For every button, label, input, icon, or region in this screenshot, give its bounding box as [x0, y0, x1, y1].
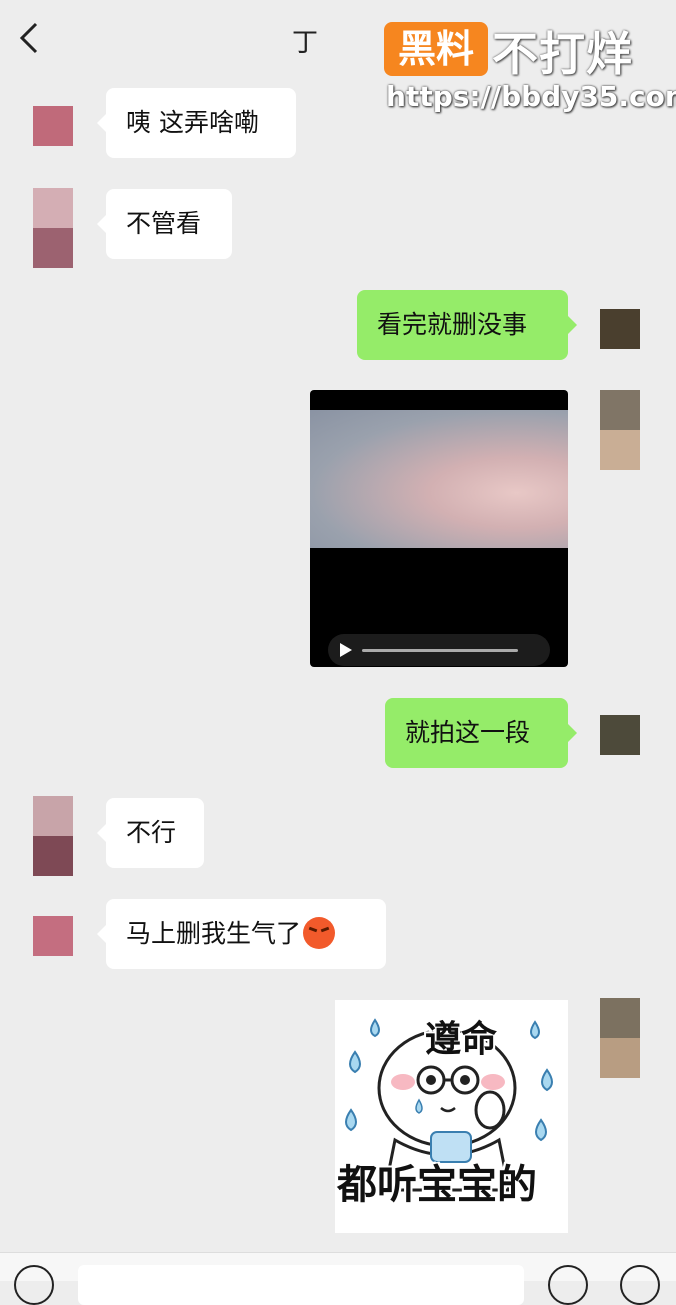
message-text: 就拍这一段	[405, 718, 531, 747]
message-text: 不管看	[126, 209, 202, 238]
avatar[interactable]	[600, 309, 640, 349]
voice-icon[interactable]	[14, 1265, 54, 1305]
message-bubble-incoming[interactable]: 咦 这弄啥嘞	[97, 88, 296, 158]
plus-icon[interactable]	[620, 1265, 660, 1305]
avatar[interactable]	[600, 390, 640, 470]
angry-face-icon	[303, 917, 336, 949]
video-thumbnail	[310, 410, 568, 548]
back-arrow-icon[interactable]	[14, 18, 48, 58]
message-bubble-incoming[interactable]: 不行	[97, 798, 204, 868]
avatar[interactable]	[33, 106, 73, 146]
message-bubble-incoming[interactable]: 马上删我生气了	[97, 899, 386, 969]
video-progress-bar[interactable]	[362, 649, 518, 652]
avatar[interactable]	[33, 188, 73, 268]
avatar[interactable]	[600, 998, 640, 1078]
play-icon[interactable]	[340, 643, 352, 657]
message-bubble-outgoing[interactable]: 就拍这一段	[385, 698, 577, 768]
message-text: 不行	[126, 818, 177, 847]
avatar[interactable]	[33, 916, 73, 956]
message-text: 咦 这弄啥嘞	[126, 108, 259, 137]
message-input[interactable]	[78, 1265, 524, 1305]
message-bubble-incoming[interactable]: 不管看	[97, 189, 232, 259]
avatar[interactable]	[600, 715, 640, 755]
video-controls[interactable]	[328, 634, 550, 666]
sticker-caption-top: 遵命	[425, 1019, 498, 1060]
sticker-caption-bottom: 都听宝宝的	[337, 1162, 537, 1208]
watermark-text: 不打烊	[492, 27, 633, 81]
watermark-badge: 黑料	[384, 22, 488, 76]
emoji-icon[interactable]	[548, 1265, 588, 1305]
message-bubble-outgoing[interactable]: 看完就删没事	[357, 290, 577, 360]
message-text: 看完就删没事	[377, 310, 528, 339]
video-message[interactable]	[310, 390, 568, 667]
avatar[interactable]	[33, 796, 73, 876]
input-bar	[0, 1252, 676, 1305]
watermark-url: https://bbdy35.com	[386, 80, 676, 113]
sticker-message[interactable]: 遵命 都听宝宝的	[335, 1000, 568, 1233]
message-text: 马上删我生气了	[126, 919, 302, 948]
